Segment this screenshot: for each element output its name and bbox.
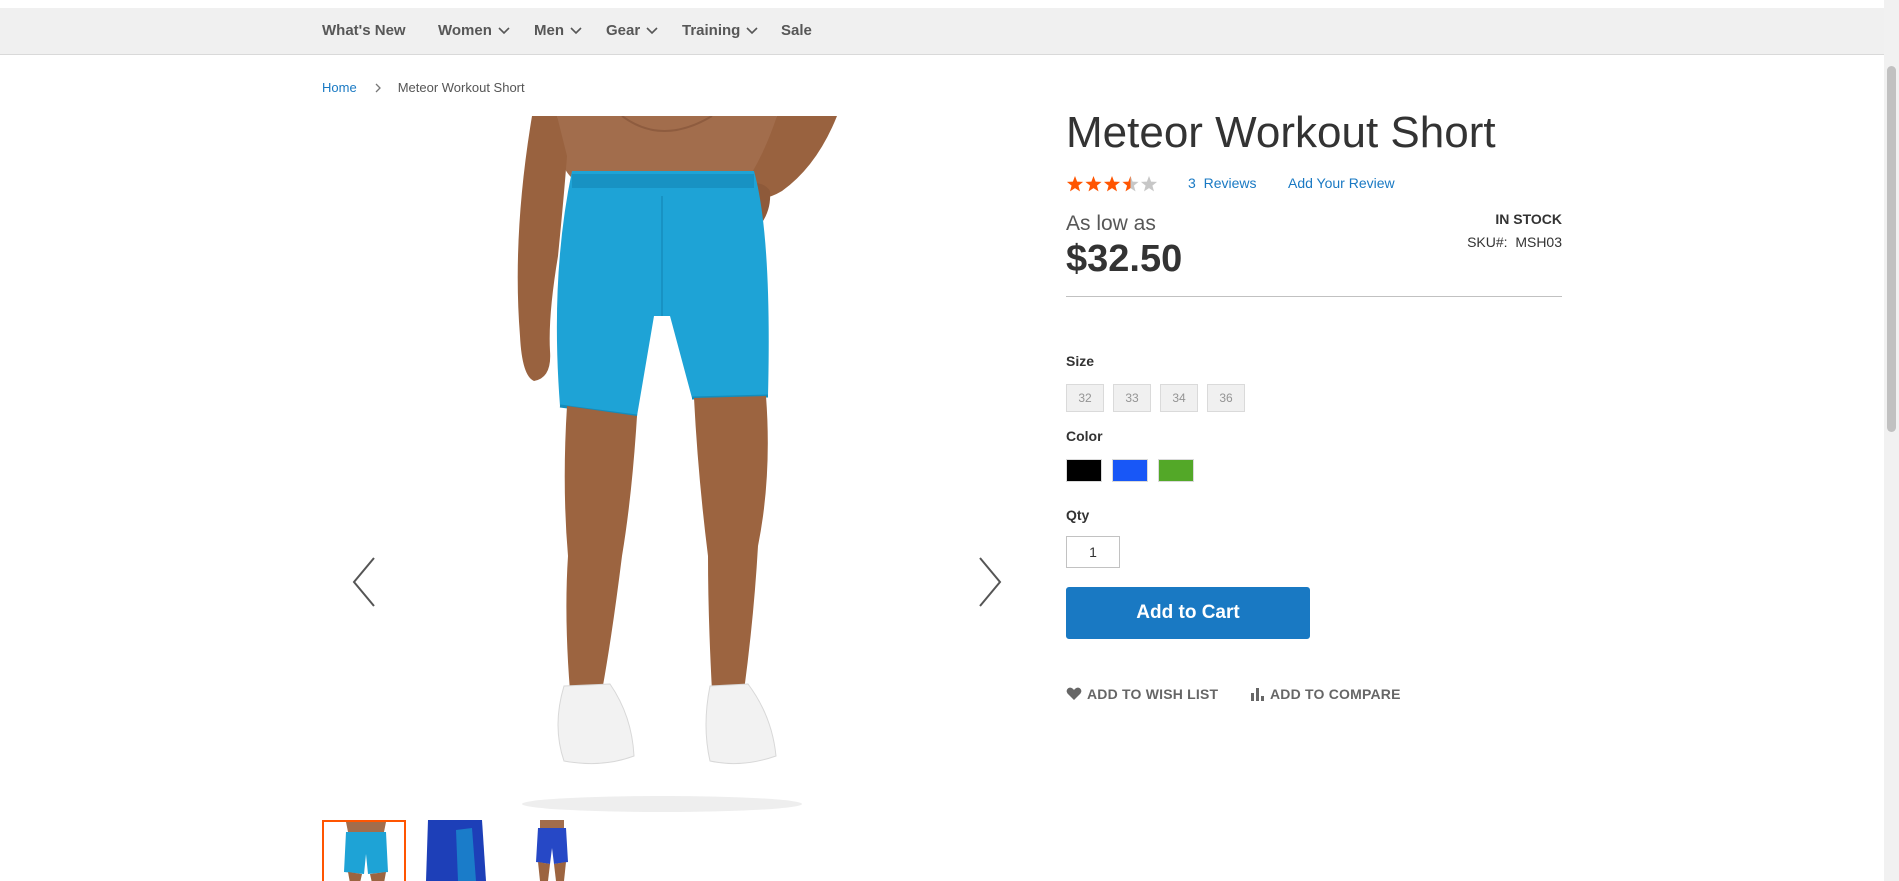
nav-item-training[interactable]: Training (682, 8, 758, 54)
star-icon (1140, 176, 1158, 192)
breadcrumb-home-link[interactable]: Home (322, 80, 357, 95)
breadcrumb: Home Meteor Workout Short (322, 80, 525, 96)
qty-label: Qty (1066, 507, 1090, 523)
nav-item-label: Sale (781, 22, 812, 39)
chevron-down-icon (646, 8, 658, 54)
star-icons (1066, 176, 1158, 192)
rating-stars (1066, 175, 1158, 193)
qty-input[interactable] (1066, 536, 1120, 568)
gallery-thumbnails (322, 820, 622, 881)
size-option-36[interactable]: 36 (1207, 384, 1245, 412)
reviews-count: 3 (1188, 175, 1196, 191)
reviews-label: Reviews (1203, 175, 1257, 191)
nav-item-label: Training (682, 22, 741, 39)
chevron-down-icon (498, 8, 510, 54)
nav-item-gear[interactable]: Gear (606, 8, 658, 54)
add-to-cart-button[interactable]: Add to Cart (1066, 587, 1310, 639)
gallery-thumbnail-2[interactable] (416, 820, 500, 881)
wish-list-label: Add to Wish List (1087, 686, 1219, 702)
gallery-next-button[interactable] (976, 556, 1004, 608)
chevron-right-icon (976, 557, 1004, 612)
divider (1066, 296, 1562, 297)
color-option-blue[interactable] (1112, 459, 1148, 482)
nav-item-label: Men (534, 22, 564, 39)
chevron-down-icon (746, 8, 758, 54)
gallery-prev-button[interactable] (350, 556, 378, 608)
breadcrumb-current: Meteor Workout Short (397, 80, 525, 95)
nav-item-men[interactable]: Men (534, 8, 582, 54)
size-option-33[interactable]: 33 (1113, 384, 1151, 412)
page-scrollbar[interactable] (1884, 0, 1899, 881)
product-main-image[interactable] (517, 116, 837, 816)
gallery-thumbnail-1[interactable] (322, 820, 406, 881)
star-icon (1103, 176, 1121, 192)
star-icon (1122, 176, 1139, 192)
stock-status: IN STOCK (1495, 211, 1562, 227)
sku-label: SKU#: (1467, 234, 1508, 250)
reviews-link[interactable]: 3 Reviews (1188, 175, 1256, 191)
sku-value: MSH03 (1515, 234, 1562, 250)
add-review-link[interactable]: Add Your Review (1288, 175, 1395, 191)
star-icon (1066, 176, 1084, 192)
chevron-left-icon (350, 557, 378, 612)
nav-item-label: Women (438, 22, 492, 39)
size-label: Size (1066, 353, 1095, 369)
product-gallery (322, 116, 1002, 816)
nav-item-sale[interactable]: Sale (781, 8, 812, 54)
nav-item-label: Gear (606, 22, 641, 39)
chevron-down-icon (570, 8, 582, 54)
nav-item-label: What's New (322, 22, 406, 39)
size-option-34[interactable]: 34 (1160, 384, 1198, 412)
compare-label: Add to Compare (1270, 686, 1401, 702)
nav-item-women[interactable]: Women (438, 8, 510, 54)
bar-chart-icon (1251, 687, 1265, 704)
top-strip (0, 0, 1884, 8)
add-to-compare-link[interactable]: Add to Compare (1251, 686, 1401, 704)
scrollbar-thumb[interactable] (1887, 66, 1896, 432)
add-to-wish-list-link[interactable]: Add to Wish List (1066, 686, 1218, 704)
heart-icon (1066, 687, 1082, 704)
chevron-right-icon (375, 81, 382, 96)
nav-item-whats-new[interactable]: What's New (322, 8, 406, 54)
star-icon (1085, 176, 1102, 192)
color-option-green[interactable] (1158, 459, 1194, 482)
color-option-black[interactable] (1066, 459, 1102, 482)
gallery-thumbnail-3[interactable] (510, 820, 594, 881)
product-title: Meteor Workout Short (1066, 108, 1496, 157)
product-sku: SKU#: MSH03 (1467, 234, 1562, 250)
size-option-32[interactable]: 32 (1066, 384, 1104, 412)
price-prefix: As low as (1066, 212, 1156, 235)
product-price: $32.50 (1066, 238, 1183, 280)
color-label: Color (1066, 428, 1103, 444)
main-navigation: What's New Women Men Gear Training Sale (0, 8, 1884, 55)
